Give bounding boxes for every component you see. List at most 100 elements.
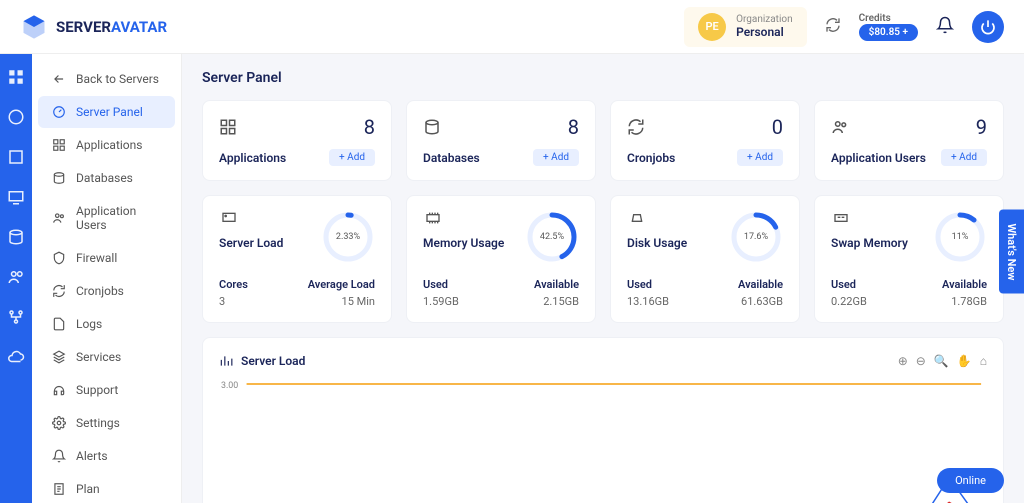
sidebar-item-label: Applications	[76, 138, 142, 152]
org-label: Organization	[736, 14, 793, 25]
sidebar-item-cron[interactable]: Cronjobs	[38, 275, 175, 307]
metric-title: Memory Usage	[423, 236, 504, 250]
svg-text:3.00: 3.00	[221, 381, 238, 391]
add-applications-button[interactable]: + Add	[329, 149, 375, 166]
sidebar-item-apps[interactable]: Applications	[38, 129, 175, 161]
chart-tool-pan-icon[interactable]: ✋	[957, 354, 972, 368]
count: 9	[976, 115, 987, 139]
bell-icon	[52, 449, 66, 463]
sidebar-item-firewall[interactable]: Firewall	[38, 242, 175, 274]
appusers-icon	[831, 118, 849, 136]
stat-label: Available	[534, 278, 579, 291]
refresh-icon	[52, 284, 66, 298]
sidebar-item-panel[interactable]: Server Panel	[38, 96, 175, 128]
sidebar-item-label: Logs	[76, 317, 102, 331]
label: Applications	[219, 151, 286, 165]
logo[interactable]: SERVERAVATAR	[20, 13, 167, 41]
stat-value: 1.59GB	[423, 295, 459, 308]
chart-tool-zoom-icon[interactable]: 🔍	[934, 354, 949, 368]
organization-selector[interactable]: PE Organization Personal	[684, 7, 807, 47]
rail-team-icon[interactable]	[7, 268, 25, 286]
label: Cronjobs	[627, 151, 675, 165]
metric-card-disk: Disk Usage17.6%Used13.16GBAvailable61.63…	[610, 195, 800, 323]
summary-card-appusers: 9Application Users+ Add	[814, 100, 1004, 181]
bell-icon[interactable]	[936, 16, 954, 38]
stat-value: 3	[219, 295, 248, 308]
memory-icon	[423, 210, 443, 226]
headset-icon	[52, 383, 66, 397]
stat-value: 15 Min	[308, 295, 375, 308]
cronjobs-icon	[627, 118, 645, 136]
sidebar: Back to Servers Server Panel Applications D…	[32, 54, 182, 503]
rail-monitor-icon[interactable]	[7, 188, 25, 206]
logo-icon	[20, 13, 48, 41]
server-load-chart-card: Server Load ⊕ ⊖ 🔍 ✋ ⌂ 3.00 0.00 19/04 23…	[202, 337, 1004, 503]
add-cronjobs-button[interactable]: + Add	[737, 149, 783, 166]
sidebar-item-label: Firewall	[76, 251, 117, 265]
power-button[interactable]	[972, 11, 1004, 43]
sidebar-item-back[interactable]: Back to Servers	[38, 63, 175, 95]
rail-cloud-icon[interactable]	[7, 348, 25, 366]
series-5 Minute	[247, 478, 982, 503]
credits-badge: $80.85 +	[859, 24, 918, 41]
sidebar-item-plan[interactable]: Plan	[38, 473, 175, 503]
sidebar-item-label: Alerts	[76, 449, 108, 463]
disk-icon	[627, 210, 647, 226]
whats-new-tab[interactable]: What's New	[999, 209, 1024, 294]
sidebar-item-label: Back to Servers	[76, 72, 159, 86]
sidebar-item-label: Support	[76, 383, 118, 397]
add-databases-button[interactable]: + Add	[533, 149, 579, 166]
sidebar-item-label: Cronjobs	[76, 284, 124, 298]
rail-files-icon[interactable]	[7, 148, 25, 166]
stat-label: Available	[942, 278, 987, 291]
metric-card-load: Server Load2.33%Cores3Average Load15 Min	[202, 195, 392, 323]
sidebar-item-alerts[interactable]: Alerts	[38, 440, 175, 472]
rail-network-icon[interactable]	[7, 308, 25, 326]
chart-icon	[219, 354, 233, 368]
summary-card-cronjobs: 0 Cronjobs + Add	[610, 100, 800, 181]
online-badge[interactable]: Online	[937, 468, 1004, 493]
summary-card-applications: 8 Applications + Add	[202, 100, 392, 181]
metric-card-memory: Memory Usage42.5%Used1.59GBAvailable2.15…	[406, 195, 596, 323]
file-icon	[52, 317, 66, 331]
rail-db-icon[interactable]	[7, 228, 25, 246]
stat-label: Available	[738, 278, 783, 291]
stat-value: 1.78GB	[942, 295, 987, 308]
add-appusers-button[interactable]: + Add	[941, 149, 987, 166]
arrow-left-icon	[52, 72, 66, 86]
label: Databases	[423, 151, 480, 165]
metric-title: Disk Usage	[627, 236, 687, 250]
stat-value: 2.15GB	[534, 295, 579, 308]
gauge: 2.33%	[321, 210, 375, 264]
refresh-icon[interactable]	[825, 17, 841, 37]
sidebar-item-settings[interactable]: Settings	[38, 407, 175, 439]
sidebar-item-label: Databases	[76, 171, 133, 185]
sidebar-item-support[interactable]: Support	[38, 374, 175, 406]
chart-tool-minus-icon[interactable]: ⊖	[916, 354, 926, 368]
rail-servers-icon[interactable]	[7, 108, 25, 126]
credits[interactable]: Credits $80.85 +	[859, 13, 918, 41]
brand-text-2: AVATAR	[111, 18, 167, 36]
sidebar-item-services[interactable]: Services	[38, 341, 175, 373]
sidebar-item-db[interactable]: Databases	[38, 162, 175, 194]
stat-value: 13.16GB	[627, 295, 669, 308]
count: 8	[364, 115, 375, 139]
stat-value: 0.22GB	[831, 295, 867, 308]
sidebar-item-users[interactable]: Application Users	[38, 195, 175, 241]
database-icon	[52, 171, 66, 185]
rail-dashboard-icon[interactable]	[7, 68, 25, 86]
count: 0	[772, 115, 783, 139]
metric-title: Server Load	[219, 236, 283, 250]
gauge-icon	[52, 105, 66, 119]
chart-tool-plus-icon[interactable]: ⊕	[898, 354, 908, 368]
credits-label: Credits	[859, 13, 918, 24]
gear-icon	[52, 416, 66, 430]
gauge: 42.5%	[525, 210, 579, 264]
org-avatar: PE	[698, 13, 726, 41]
gauge: 11%	[933, 210, 987, 264]
chart-tool-home-icon[interactable]: ⌂	[980, 354, 987, 368]
sidebar-item-label: Settings	[76, 416, 120, 430]
brand-text-1: SERVER	[56, 18, 111, 36]
gauge: 17.6%	[729, 210, 783, 264]
sidebar-item-logs[interactable]: Logs	[38, 308, 175, 340]
